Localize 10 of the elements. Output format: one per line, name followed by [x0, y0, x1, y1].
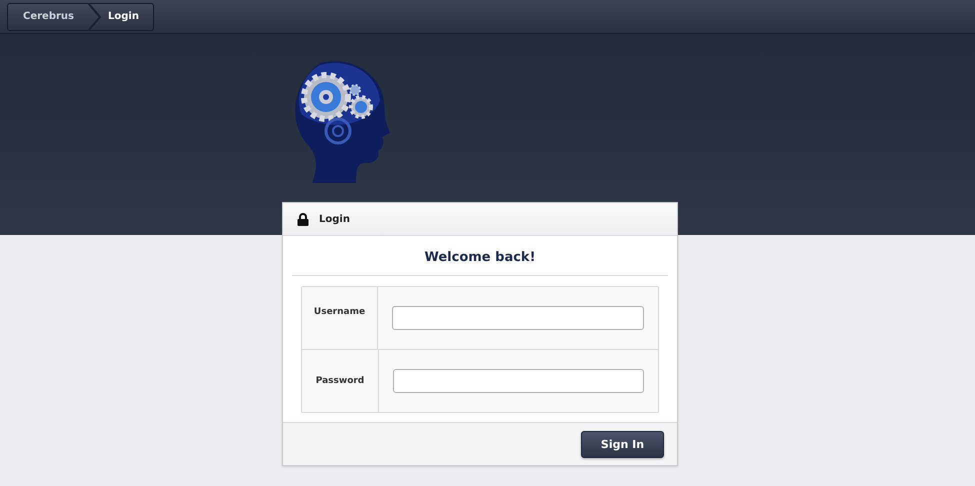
input-field[interactable]: [392, 306, 644, 330]
sign-in-button[interactable]: Sign In: [581, 430, 664, 458]
field-label: Password: [316, 376, 364, 386]
input-field[interactable]: [393, 369, 644, 393]
welcome-heading: Welcome back!: [292, 236, 668, 276]
breadcrumb-link[interactable]: Cerebrus: [8, 4, 88, 30]
field-label: Username: [314, 307, 366, 317]
panel-title: Login: [319, 214, 350, 224]
lock-icon: [297, 212, 309, 226]
breadcrumb-link[interactable]: Login: [102, 4, 153, 30]
